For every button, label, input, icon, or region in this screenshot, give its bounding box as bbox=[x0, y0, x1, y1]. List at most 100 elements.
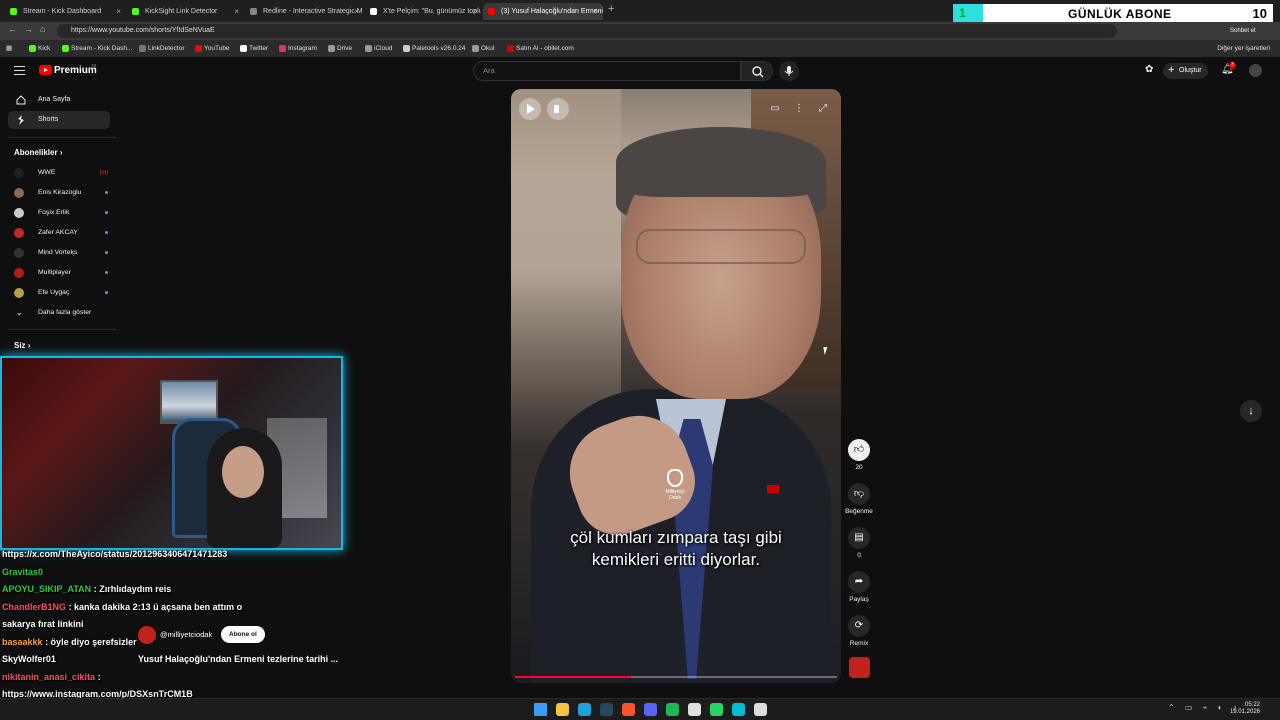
channel-avatar bbox=[14, 288, 24, 298]
channel-name[interactable]: @milliyetciodak bbox=[160, 630, 212, 639]
subscription-item[interactable]: WWE ((•)) bbox=[8, 164, 108, 182]
create-button[interactable]: Oluştur bbox=[1163, 62, 1208, 79]
channel-avatar bbox=[14, 188, 24, 198]
short-video-player[interactable]: ▭ ⋮ ⤢ Milliyetçi Odak çöl kumları zımpar… bbox=[511, 89, 841, 683]
subscription-item[interactable]: Efe Uygaç bbox=[8, 284, 108, 302]
hamburger-menu-icon[interactable] bbox=[14, 66, 25, 75]
sidebar-divider bbox=[8, 329, 116, 330]
dislike-label: Beğenme bbox=[845, 508, 873, 515]
back-icon[interactable]: ← bbox=[8, 24, 17, 34]
chat-text: : bbox=[97, 671, 101, 682]
search-button[interactable] bbox=[741, 61, 773, 81]
fullscreen-icon[interactable]: ⤢ bbox=[816, 102, 830, 116]
tab-favicon-icon bbox=[132, 8, 139, 15]
browser-tab[interactable]: (3) Yusuf Halaçoğlu'ndan Ermeni te...× bbox=[483, 3, 603, 20]
forward-icon[interactable]: → bbox=[24, 24, 33, 34]
youtube-logo-icon[interactable] bbox=[39, 65, 52, 75]
remix-icon: ⟳ bbox=[848, 615, 870, 637]
browser-tab[interactable]: Stream - Kick Dashboard × bbox=[5, 3, 125, 20]
browser-tab[interactable]: KickSight Link Detector × bbox=[127, 3, 243, 20]
dislike-button[interactable]: 👎︎ Beğenme bbox=[845, 483, 873, 515]
subscription-item[interactable]: Mind Vorteks bbox=[8, 244, 108, 262]
subscribe-button[interactable]: Abone ol bbox=[221, 626, 265, 643]
bookmark-item[interactable]: LinkDetector bbox=[139, 43, 185, 54]
remix-button[interactable]: ⟳ Remix bbox=[846, 615, 872, 647]
search-icon bbox=[752, 66, 764, 78]
bookmark-item[interactable]: Satın Al - obilet.com bbox=[507, 43, 574, 54]
bookmark-item[interactable]: YouTube bbox=[195, 43, 230, 54]
home-icon[interactable]: ⌂ bbox=[40, 24, 45, 34]
apps-icon[interactable]: ▦ bbox=[6, 43, 12, 54]
url-field[interactable]: https://www.youtube.com/shorts/YfIdSeNVu… bbox=[57, 24, 1117, 38]
browser-tab[interactable]: X'te Pelçim: "Bu, günümüz toplum...× bbox=[365, 3, 481, 20]
show-more-button[interactable]: ⌄ Daha fazla göster bbox=[8, 304, 108, 322]
voice-search-button[interactable] bbox=[779, 61, 799, 81]
subscription-item[interactable]: Enis Kirazoglu bbox=[8, 184, 108, 202]
sound-thumbnail[interactable] bbox=[849, 657, 870, 678]
bookmark-item[interactable]: Kick bbox=[29, 43, 50, 54]
bookmark-label: iCloud bbox=[374, 45, 393, 52]
you-heading-label: Siz bbox=[14, 341, 26, 350]
more-options-icon[interactable]: ⋮ bbox=[792, 102, 806, 116]
settings-icon[interactable] bbox=[754, 703, 767, 716]
share-button[interactable]: ➦ Paylaş bbox=[846, 571, 872, 603]
you-heading[interactable]: Siz › bbox=[14, 341, 30, 350]
bookmark-favicon-icon bbox=[139, 45, 146, 52]
counter-bar bbox=[953, 4, 983, 24]
subscription-item[interactable]: Multiplayer bbox=[8, 264, 108, 282]
new-tab-button[interactable]: + bbox=[608, 3, 614, 15]
whatsapp-icon[interactable] bbox=[710, 703, 723, 716]
app-icon[interactable] bbox=[732, 703, 745, 716]
bookmark-item[interactable]: Twitter bbox=[240, 43, 268, 54]
close-tab-icon[interactable]: × bbox=[354, 3, 359, 20]
comments-button[interactable]: ▤ 0 bbox=[846, 527, 872, 559]
start-icon[interactable] bbox=[534, 703, 547, 716]
next-short-button[interactable]: ↓ bbox=[1240, 400, 1262, 422]
close-tab-icon[interactable]: × bbox=[594, 3, 599, 20]
bookmark-item[interactable]: Drive bbox=[328, 43, 352, 54]
short-title[interactable]: Yusuf Halaçoğlu'ndan Ermeni tezlerine ta… bbox=[138, 654, 338, 664]
volume-button[interactable] bbox=[547, 98, 569, 120]
tab-favicon-icon bbox=[10, 8, 17, 15]
close-tab-icon[interactable]: × bbox=[116, 3, 121, 20]
subscription-label: Efe Uygaç bbox=[38, 289, 70, 296]
close-tab-icon[interactable]: × bbox=[234, 3, 239, 20]
bookmark-item[interactable]: Paletools v26.0.24 bbox=[403, 43, 465, 54]
chat-button[interactable]: Sohbet et bbox=[1230, 25, 1256, 37]
chrome-icon[interactable] bbox=[688, 703, 701, 716]
channel-avatar bbox=[14, 228, 24, 238]
account-avatar[interactable] bbox=[1249, 64, 1262, 77]
play-button[interactable] bbox=[519, 98, 541, 120]
progress-bar[interactable] bbox=[515, 676, 837, 678]
studio-icon[interactable]: ✿ bbox=[1145, 64, 1153, 75]
captions-icon[interactable]: ▭ bbox=[768, 102, 782, 116]
bookmark-favicon-icon bbox=[328, 45, 335, 52]
folder-icon[interactable] bbox=[556, 703, 569, 716]
sidebar-item-home[interactable]: Ana Sayfa bbox=[8, 91, 110, 109]
discord-icon[interactable] bbox=[644, 703, 657, 716]
bookmark-item[interactable]: iCloud bbox=[365, 43, 392, 54]
thumbs-up-icon: 👍︎ bbox=[848, 439, 870, 461]
subscription-item[interactable]: Foşix Erlik bbox=[8, 204, 108, 222]
bookmark-item[interactable]: Okul bbox=[472, 43, 494, 54]
channel-watermark: Milliyetçi Odak bbox=[655, 469, 695, 501]
like-button[interactable]: 👍︎ 20 bbox=[846, 439, 872, 471]
tab-label: X'te Pelçim: "Bu, günümüz toplum... bbox=[383, 8, 481, 15]
like-count: 20 bbox=[855, 464, 863, 471]
close-tab-icon[interactable]: × bbox=[472, 3, 477, 20]
search-input[interactable]: Ara bbox=[473, 61, 741, 81]
bookmark-item[interactable]: Stream - Kick Dash... bbox=[62, 43, 132, 54]
bookmark-item[interactable]: Instagram bbox=[279, 43, 317, 54]
subscriptions-heading[interactable]: Abonelikler › bbox=[14, 148, 62, 157]
clock[interactable]: 05:22 19.01.2026 bbox=[1228, 702, 1260, 716]
browser-tab[interactable]: Redline - Interactive Strategic Map × bbox=[245, 3, 363, 20]
channel-avatar[interactable] bbox=[138, 626, 156, 644]
spotify-icon[interactable] bbox=[666, 703, 679, 716]
steam-icon[interactable] bbox=[600, 703, 613, 716]
subscription-item[interactable]: Zafer AKCAY bbox=[8, 224, 108, 242]
sidebar-item-shorts[interactable]: Shorts bbox=[8, 111, 110, 129]
brave-icon[interactable] bbox=[622, 703, 635, 716]
edge-icon[interactable] bbox=[578, 703, 591, 716]
subscriptions-heading-label: Abonelikler bbox=[14, 148, 58, 157]
other-bookmarks[interactable]: Diğer yer işaretleri bbox=[1217, 43, 1270, 54]
